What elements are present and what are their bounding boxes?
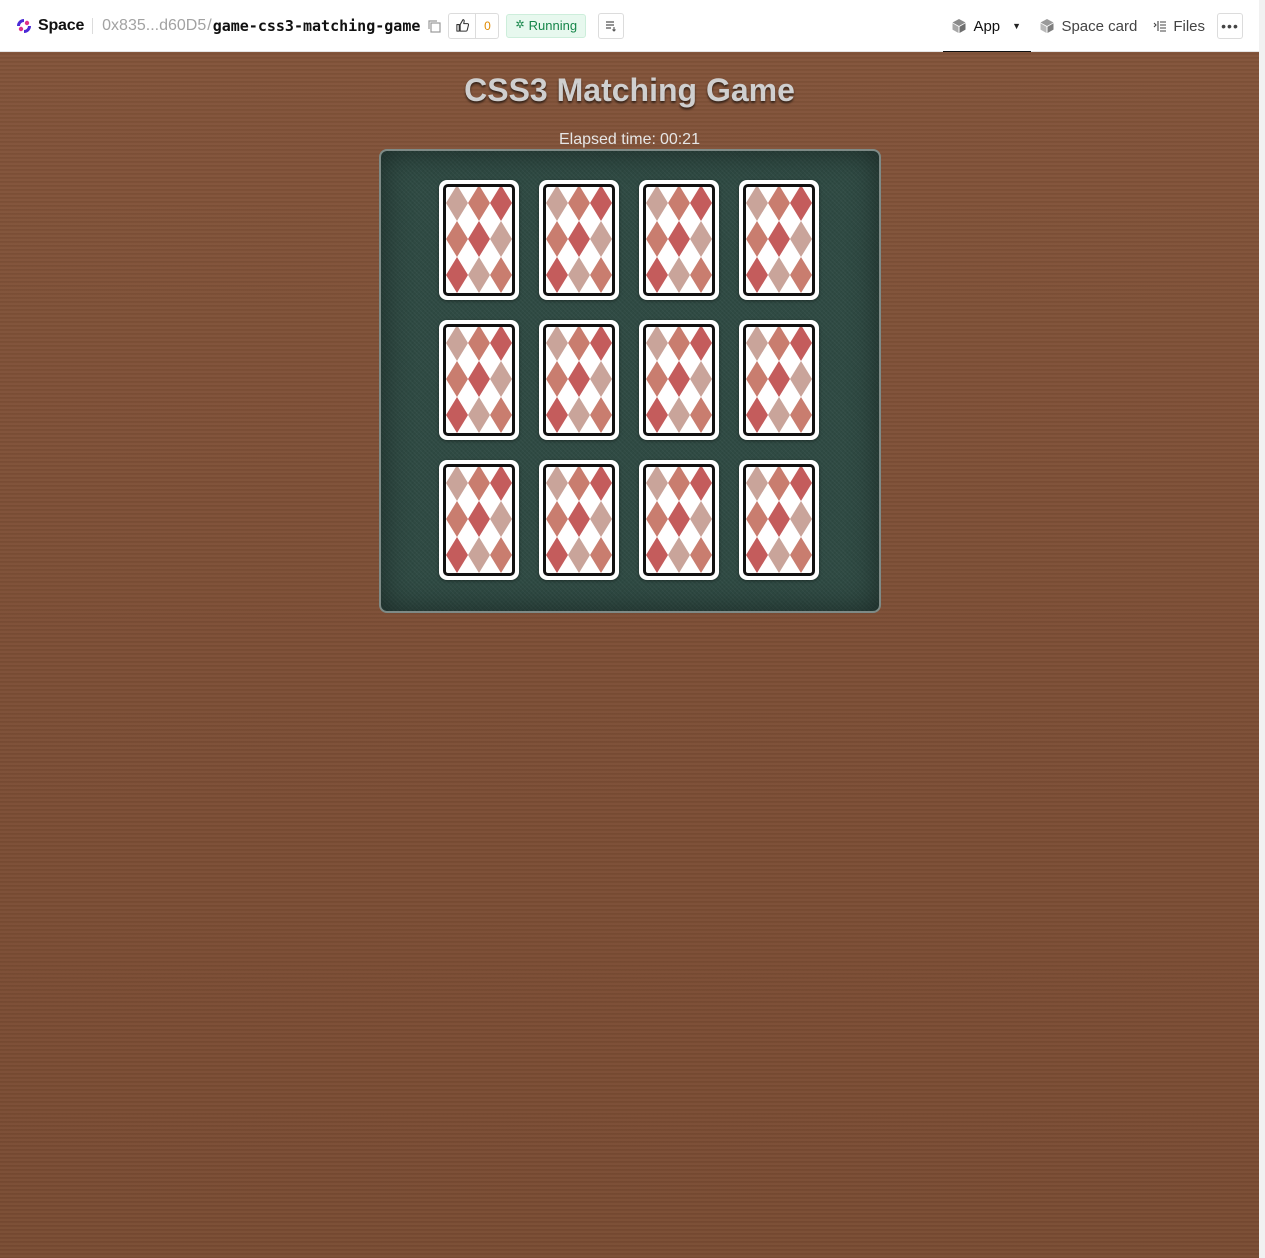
card[interactable] bbox=[439, 320, 519, 440]
space-logo-icon bbox=[17, 18, 31, 33]
card-back-pattern bbox=[643, 184, 715, 296]
card-back-pattern bbox=[743, 464, 815, 576]
like-group: 0 bbox=[448, 12, 500, 39]
card[interactable] bbox=[539, 460, 619, 580]
copy-button[interactable] bbox=[426, 18, 442, 34]
thumbs-up-icon bbox=[456, 19, 469, 32]
card-back-pattern bbox=[543, 184, 615, 296]
elapsed-timer: Elapsed time: 00:21 bbox=[0, 131, 1259, 149]
card[interactable] bbox=[439, 460, 519, 580]
timer-label: Elapsed time: bbox=[559, 131, 656, 148]
breadcrumb-separator: / bbox=[207, 16, 212, 34]
files-icon bbox=[1153, 21, 1167, 32]
card[interactable] bbox=[639, 180, 719, 300]
card[interactable] bbox=[639, 460, 719, 580]
running-icon: ✲ bbox=[515, 19, 525, 31]
card[interactable] bbox=[439, 180, 519, 300]
tab-app-label: App bbox=[973, 17, 1001, 35]
game-board bbox=[379, 149, 881, 613]
like-button[interactable] bbox=[449, 13, 477, 38]
tab-app[interactable]: App ▼ bbox=[943, 0, 1032, 53]
space-tabs: App ▼ Space card Files ••• bbox=[943, 0, 1243, 53]
card[interactable] bbox=[739, 180, 819, 300]
cube-icon bbox=[952, 19, 966, 33]
card-back-pattern bbox=[543, 464, 615, 576]
card[interactable] bbox=[539, 180, 619, 300]
tab-space-card-label: Space card bbox=[1061, 17, 1138, 35]
scrollbar[interactable] bbox=[1259, 0, 1265, 1258]
logs-button[interactable] bbox=[598, 12, 625, 39]
game-title: CSS3 Matching Game bbox=[464, 72, 795, 108]
cube-icon bbox=[1040, 19, 1054, 33]
tab-space-card[interactable]: Space card bbox=[1031, 0, 1145, 52]
card-back-pattern bbox=[743, 324, 815, 436]
card-back-pattern bbox=[443, 184, 515, 296]
logs-icon bbox=[606, 20, 616, 32]
game-stage: CSS3 Matching Game Elapsed time: 00:21 bbox=[0, 52, 1259, 1258]
card-back-pattern bbox=[443, 324, 515, 436]
card-back-pattern bbox=[443, 464, 515, 576]
brand-link[interactable]: Space bbox=[15, 17, 84, 35]
divider bbox=[92, 17, 94, 34]
status-label: Running bbox=[528, 18, 578, 33]
breadcrumb-repo[interactable]: game-css3-matching-game bbox=[213, 17, 421, 35]
brand-label: Space bbox=[38, 16, 85, 34]
card[interactable] bbox=[739, 460, 819, 580]
card[interactable] bbox=[639, 320, 719, 440]
card-back-pattern bbox=[743, 184, 815, 296]
card[interactable] bbox=[539, 320, 619, 440]
breadcrumb-owner[interactable]: 0x835...d60D5 bbox=[102, 17, 206, 35]
copy-icon bbox=[428, 19, 442, 33]
chevron-down-icon: ▼ bbox=[1012, 21, 1022, 31]
card[interactable] bbox=[739, 320, 819, 440]
more-button[interactable]: ••• bbox=[1217, 13, 1243, 39]
tab-files[interactable]: Files bbox=[1145, 0, 1213, 52]
like-count: 0 bbox=[484, 18, 491, 33]
timer-value: 00:21 bbox=[659, 131, 700, 148]
tab-files-label: Files bbox=[1173, 17, 1205, 35]
status-badge: ✲ Running bbox=[506, 13, 587, 38]
card-back-pattern bbox=[643, 324, 715, 436]
more-icon: ••• bbox=[1221, 18, 1239, 34]
top-bar: Space 0x835...d60D5 / game-css3-matching… bbox=[0, 0, 1259, 53]
card-back-pattern bbox=[643, 464, 715, 576]
card-back-pattern bbox=[543, 324, 615, 436]
